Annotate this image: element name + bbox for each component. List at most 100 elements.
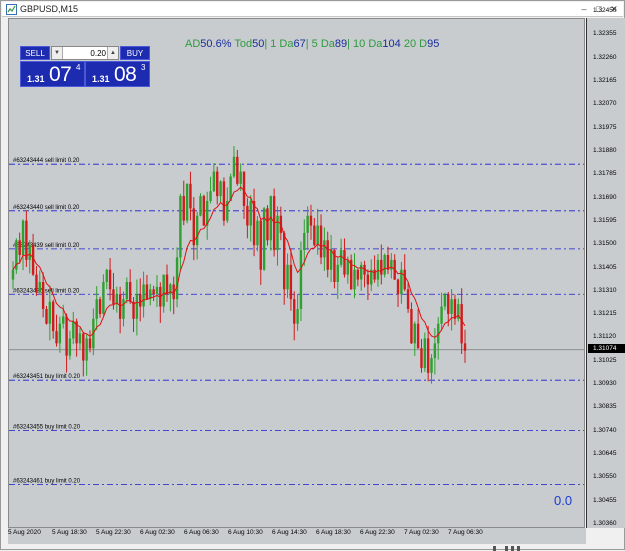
- candle-body: [212, 171, 216, 192]
- candle-body: [460, 304, 463, 344]
- candle-body: [326, 240, 329, 270]
- price-tick-label: 1.31500: [593, 240, 617, 248]
- bid-pipette: 4: [76, 63, 81, 72]
- candle-body: [396, 279, 400, 295]
- candle-body: [55, 331, 58, 344]
- candle-body: [182, 196, 185, 221]
- chart-window: GBPUSD,M15 – □ ✕ #63243444 sell limit 0.…: [0, 0, 625, 551]
- corner-value: 0.0: [554, 493, 573, 508]
- candle-body: [222, 181, 226, 221]
- candle-body: [329, 250, 333, 270]
- price-tick-label: 1.30740: [593, 426, 617, 434]
- candle-body: [202, 196, 206, 226]
- price-tick-label: 1.31310: [593, 286, 617, 294]
- time-tick-label: 7 Aug 02:30: [404, 529, 439, 536]
- order-label: #63243461 buy limit 0.20: [13, 479, 81, 485]
- ask-quote[interactable]: 1.31 08 3: [85, 61, 150, 87]
- candle-body: [376, 259, 380, 280]
- ad-label: AD: [185, 38, 201, 50]
- price-chart[interactable]: #63243444 sell limit 0.20 #63243440 sell …: [8, 18, 585, 528]
- candle-body: [406, 289, 410, 309]
- candle-body: [463, 343, 467, 351]
- price-tick-label: 1.30835: [593, 403, 617, 411]
- d5-value: 89: [334, 38, 348, 50]
- order-label: #63243455 buy limit 0.20: [13, 425, 81, 431]
- time-axis[interactable]: 5 Aug 2020 5 Aug 18:30 5 Aug 22:30 6 Aug 02…: [8, 528, 586, 544]
- candle-body: [62, 316, 65, 324]
- candle-body: [323, 240, 326, 258]
- lot-increase-icon[interactable]: ▲: [107, 47, 118, 59]
- sell-button[interactable]: SELL: [20, 46, 50, 60]
- time-tick-label: 6 Aug 10:30: [228, 529, 263, 536]
- bid-prefix: 1.31: [27, 74, 45, 84]
- candle-body: [373, 269, 376, 280]
- candle-body: [65, 316, 68, 356]
- title-bar[interactable]: GBPUSD,M15 – □ ✕: [2, 2, 623, 17]
- candle-body: [259, 220, 262, 270]
- candlestick-plot: #63243444 sell limit 0.20 #63243440 sell …: [9, 146, 584, 485]
- candle-body: [135, 294, 139, 319]
- candle-body: [246, 205, 249, 226]
- order-label: #63243440 sell limit 0.20: [13, 205, 80, 211]
- price-tick-label: 1.31690: [593, 193, 617, 201]
- candle-body: [175, 257, 179, 300]
- candle-body: [105, 269, 108, 282]
- time-tick-label: 5 Aug 18:30: [52, 529, 87, 536]
- price-tick-label: 1.31215: [593, 310, 617, 318]
- candle-body: [430, 358, 433, 373]
- tray-icons: [493, 546, 520, 551]
- candle-body: [256, 220, 259, 246]
- buy-button[interactable]: BUY: [120, 46, 150, 60]
- candle-body: [433, 343, 437, 359]
- bid-quote[interactable]: 1.31 07 4: [20, 61, 85, 87]
- candle-body: [139, 294, 142, 307]
- order-label: #63243451 buy limit 0.20: [13, 374, 81, 380]
- time-tick-label: 7 Aug 06:30: [448, 529, 483, 536]
- price-tick-label: 1.30550: [593, 473, 617, 481]
- candle-body: [293, 299, 296, 324]
- time-tick-label: 5 Aug 2020: [8, 529, 41, 536]
- candle-body: [82, 333, 85, 361]
- price-tick-label: 1.31405: [593, 263, 617, 271]
- d20-label: 20 D: [400, 38, 428, 50]
- candle-body: [276, 215, 279, 251]
- order-label: #63243444 sell limit 0.20: [13, 158, 80, 164]
- candle-body: [122, 299, 125, 319]
- ask-pipette: 3: [141, 63, 146, 72]
- time-tick-label: 6 Aug 22:30: [360, 529, 395, 536]
- candle-body: [88, 338, 92, 349]
- current-price-tag: 1.31074: [588, 344, 625, 354]
- candle-body: [416, 323, 420, 349]
- lot-size-stepper[interactable]: ▼ ▲: [51, 46, 119, 60]
- candle-body: [125, 282, 129, 300]
- price-tick-label: 1.31025: [593, 356, 617, 364]
- candle-body: [383, 255, 386, 275]
- candle-body: [142, 284, 145, 307]
- time-tick-label: 5 Aug 22:30: [96, 529, 131, 536]
- candle-body: [426, 338, 430, 373]
- candle-body: [353, 269, 356, 290]
- price-axis[interactable]: 1.32450 1.32355 1.32260 1.32165 1.32070 1.319…: [586, 7, 625, 528]
- candle-body: [38, 282, 41, 292]
- candle-body: [219, 181, 222, 197]
- candle-body: [386, 255, 390, 270]
- candle-body: [316, 225, 319, 246]
- d10-value: 104: [382, 38, 401, 50]
- candle-body: [41, 282, 45, 309]
- price-tick-label: 1.32165: [593, 76, 617, 84]
- candle-body: [413, 323, 416, 344]
- order-label: #63243436 sell limit 0.20: [13, 288, 80, 294]
- price-tick-label: 1.31595: [593, 216, 617, 224]
- candle-body: [68, 338, 72, 356]
- candle-body: [249, 201, 252, 226]
- candle-body: [236, 156, 239, 184]
- candle-body: [51, 301, 55, 332]
- candle-body: [453, 299, 457, 319]
- minimize-icon[interactable]: –: [577, 3, 591, 15]
- lot-size-input[interactable]: [64, 47, 108, 59]
- candle-body: [289, 264, 293, 300]
- candle-body: [28, 245, 31, 260]
- lot-decrease-icon[interactable]: ▼: [52, 47, 63, 59]
- candle-body: [360, 264, 363, 280]
- today-label: Tod: [231, 38, 253, 50]
